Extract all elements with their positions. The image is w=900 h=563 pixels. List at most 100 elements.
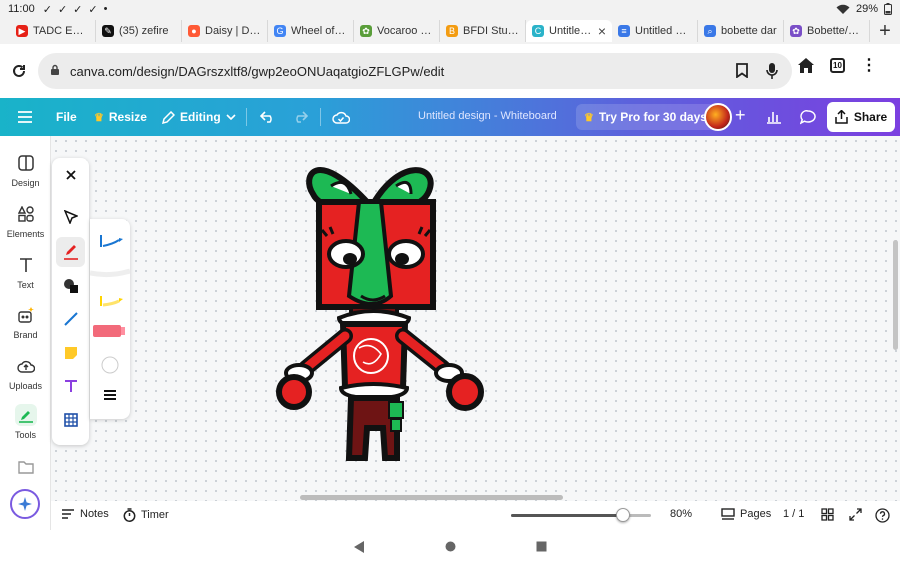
- insights-button[interactable]: [760, 104, 788, 130]
- help-icon: [875, 508, 890, 523]
- grid-view-button[interactable]: [821, 508, 834, 521]
- highlighter-option[interactable]: [90, 321, 130, 341]
- elements-icon: [15, 203, 37, 225]
- rail-item-label: Design: [11, 178, 40, 188]
- zoom-level[interactable]: 80%: [670, 508, 692, 520]
- browser-tab[interactable]: G Wheel of Na: [268, 20, 354, 42]
- draw-toolbar: [52, 158, 89, 445]
- sticky-note-tool[interactable]: [52, 338, 89, 368]
- magic-assistant-button[interactable]: [10, 489, 40, 519]
- bookmark-icon[interactable]: [736, 63, 748, 78]
- cloud-save-status[interactable]: [327, 104, 355, 130]
- pen-option-yellow[interactable]: [90, 289, 130, 313]
- browser-tab-active[interactable]: C Untitled d ×: [526, 20, 612, 42]
- browser-tab[interactable]: ⌕ bobette dar: [698, 20, 784, 42]
- browser-tab[interactable]: ▶ TADC Episo: [10, 20, 96, 42]
- url-field[interactable]: canva.com/design/DAGrszxltf8/gwp2eoONUaq…: [38, 53, 792, 89]
- rail-item-label: Text: [17, 280, 34, 290]
- share-button[interactable]: Share: [827, 102, 895, 132]
- timer-button[interactable]: Timer: [123, 508, 169, 522]
- pen-option-white[interactable]: [90, 259, 130, 283]
- left-rail: Design Elements Text Brand Uploads Tools: [0, 136, 51, 530]
- file-menu-button[interactable]: File: [50, 103, 83, 131]
- rail-item-text[interactable]: Text: [0, 254, 51, 290]
- comments-button[interactable]: [794, 104, 822, 130]
- whiteboard-canvas[interactable]: [51, 136, 900, 501]
- site-info-icon[interactable]: [50, 64, 60, 79]
- horizontal-scrollbar[interactable]: [300, 495, 563, 500]
- close-icon: [65, 170, 76, 180]
- rail-item-elements[interactable]: Elements: [0, 203, 51, 239]
- browser-tab[interactable]: ● Daisy | Dais: [182, 20, 268, 42]
- browser-tab[interactable]: ✎ (35) zefire: [96, 20, 182, 42]
- rail-item-tools[interactable]: Tools: [0, 404, 51, 440]
- microphone-icon[interactable]: [766, 63, 778, 79]
- notes-button[interactable]: Notes: [61, 508, 109, 520]
- rail-item-label: Brand: [13, 330, 38, 340]
- check-icon: ✓: [42, 3, 52, 16]
- home-icon[interactable]: [798, 58, 814, 73]
- add-collaborator-button[interactable]: +: [735, 105, 746, 126]
- new-tab-button[interactable]: +: [870, 20, 900, 43]
- redo-icon: [296, 111, 308, 123]
- tab-favicon-icon: ●: [188, 25, 200, 37]
- browser-tab[interactable]: B BFDI Studio: [440, 20, 526, 42]
- pen-icon: [63, 245, 78, 260]
- menu-button[interactable]: [12, 103, 38, 131]
- rail-item-uploads[interactable]: Uploads: [0, 355, 51, 391]
- bottom-bar: Notes Timer 80% Pages 1 / 1: [51, 501, 900, 530]
- editing-label: Editing: [180, 110, 221, 124]
- pen-tool[interactable]: [56, 237, 85, 267]
- tab-favicon-icon: ≡: [618, 25, 630, 37]
- dot-icon: •: [103, 3, 108, 15]
- browser-tab[interactable]: ✿ Vocaroo | O: [354, 20, 440, 42]
- header-divider: [320, 108, 321, 126]
- pen-option-blue[interactable]: [90, 229, 130, 253]
- tab-title: Bobette/Gal: [807, 25, 863, 37]
- pages-button[interactable]: Pages: [721, 508, 771, 520]
- table-tool[interactable]: [52, 405, 89, 435]
- chevron-down-icon: [226, 114, 236, 120]
- hamburger-icon: [18, 111, 32, 123]
- design-title[interactable]: Untitled design - Whiteboard: [418, 110, 557, 122]
- redo-button[interactable]: [286, 104, 314, 130]
- tab-title: Untitled d: [549, 25, 593, 37]
- status-time: 11:00: [8, 3, 35, 15]
- try-pro-label: Try Pro for 30 days: [598, 110, 707, 124]
- tab-favicon-icon: B: [446, 25, 458, 37]
- recents-icon[interactable]: [536, 541, 547, 552]
- text-tool[interactable]: [52, 371, 89, 401]
- close-tab-icon[interactable]: ×: [598, 23, 606, 39]
- page-count: 1 / 1: [783, 508, 805, 520]
- select-tool[interactable]: [52, 202, 89, 232]
- color-swatch[interactable]: [90, 355, 130, 375]
- zoom-slider-handle[interactable]: [616, 508, 630, 522]
- rail-item-projects[interactable]: [0, 456, 51, 478]
- try-pro-button[interactable]: ♛ Try Pro for 30 days: [576, 104, 715, 130]
- line-tool[interactable]: [52, 304, 89, 334]
- url-text: canva.com/design/DAGrszxltf8/gwp2eoONUaq…: [70, 63, 445, 79]
- stroke-weight-option[interactable]: [90, 385, 130, 405]
- undo-button[interactable]: [254, 104, 282, 130]
- tab-switcher-button[interactable]: 10: [830, 58, 845, 73]
- rail-item-design[interactable]: Design: [0, 152, 51, 188]
- shapes-tool[interactable]: [52, 271, 89, 301]
- rail-item-brand[interactable]: Brand: [0, 304, 51, 340]
- line-icon: [63, 312, 78, 326]
- more-options-icon[interactable]: ⋮: [861, 57, 877, 73]
- zoom-slider[interactable]: [511, 508, 651, 522]
- browser-tab[interactable]: ✿ Bobette/Gal: [784, 20, 870, 42]
- browser-tab[interactable]: ≡ Untitled doc: [612, 20, 698, 42]
- reload-button[interactable]: [0, 63, 38, 79]
- avatar[interactable]: [704, 103, 732, 131]
- close-draw-button[interactable]: [52, 160, 89, 190]
- resize-button[interactable]: ♛ Resize: [88, 103, 153, 131]
- fullscreen-button[interactable]: [849, 508, 862, 521]
- vertical-scrollbar[interactable]: [893, 240, 898, 350]
- help-button[interactable]: [875, 508, 890, 523]
- home-circle-icon[interactable]: [445, 541, 456, 552]
- editing-mode-dropdown[interactable]: Editing: [156, 103, 242, 131]
- pages-icon: [721, 508, 735, 520]
- back-icon[interactable]: [353, 540, 365, 553]
- drawing-artwork[interactable]: [51, 136, 900, 501]
